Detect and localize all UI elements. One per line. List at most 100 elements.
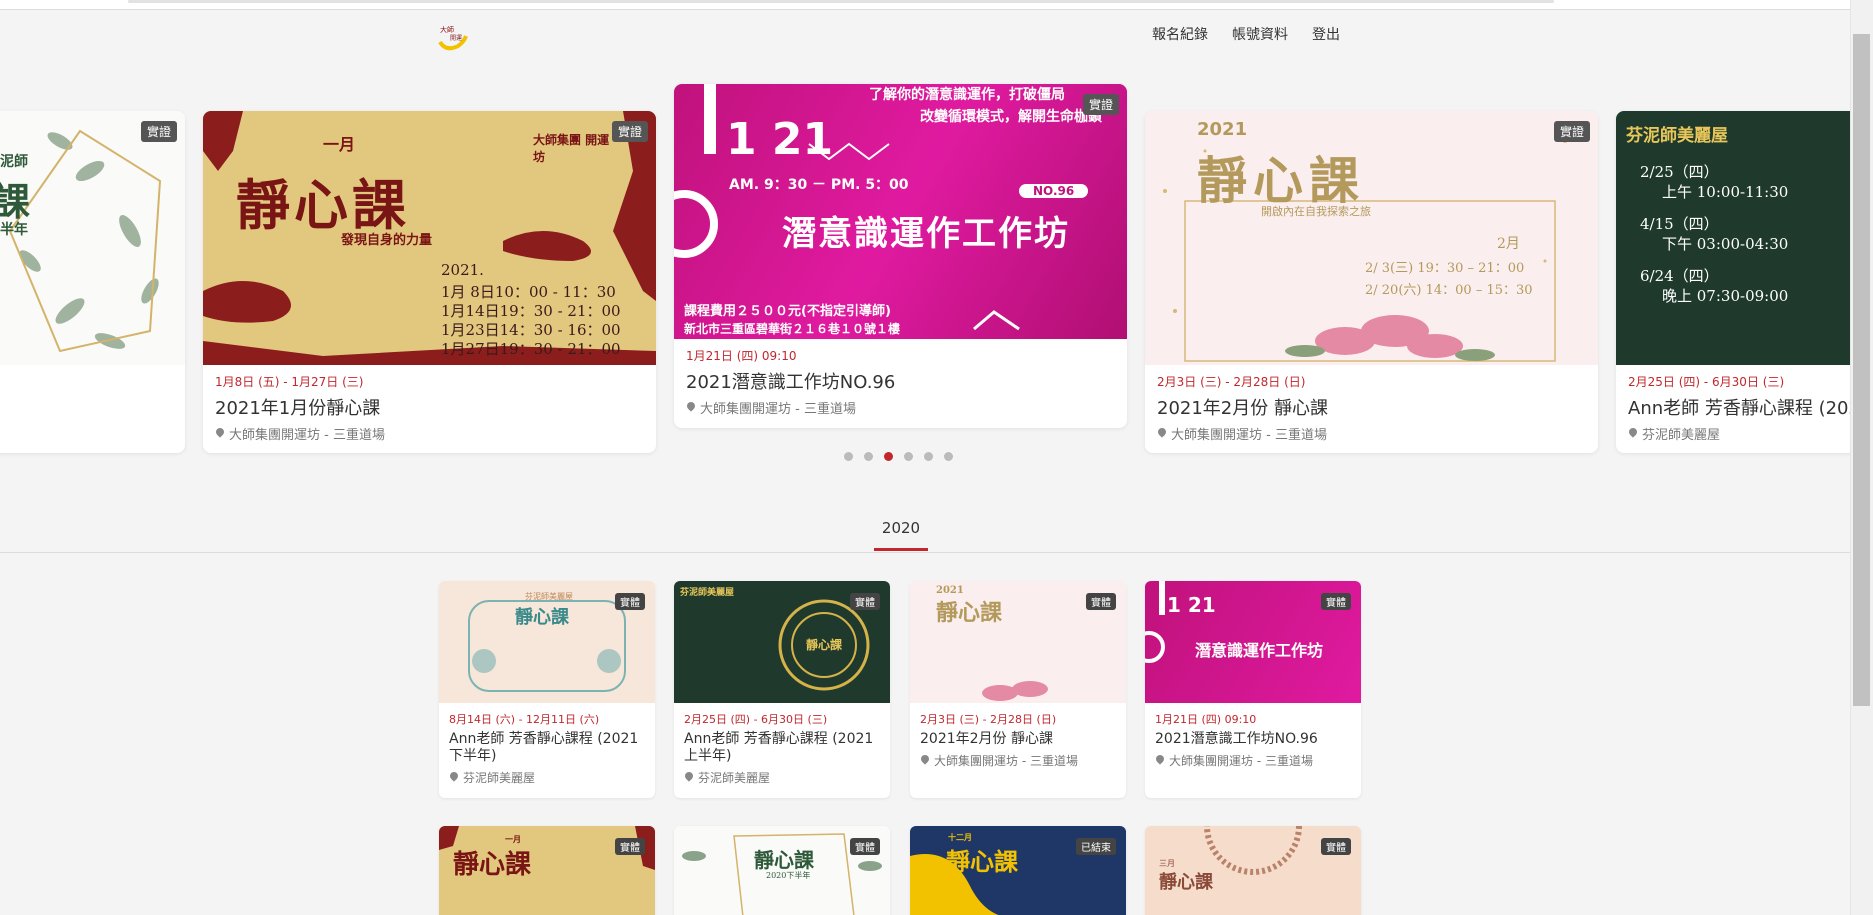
event-date: 1月8日 (五) - 1月27日 (三) bbox=[215, 375, 364, 389]
card-art-head: 2020下半年 bbox=[766, 871, 811, 880]
carousel-dots bbox=[844, 452, 953, 461]
location-text: 芬泥師美麗屋 bbox=[698, 771, 771, 785]
nav-registration-records[interactable]: 報名紀錄 bbox=[1152, 24, 1208, 44]
carousel-dot[interactable] bbox=[924, 452, 933, 461]
status-badge: 實證 bbox=[1553, 121, 1590, 142]
event-date: 1月21日 (四) 09:10 bbox=[1155, 713, 1257, 726]
address-bar-remnant bbox=[128, 0, 1554, 3]
event-title[interactable]: Ann老師 芳香靜心課程 (2021上半年) bbox=[1628, 394, 1850, 420]
card-art-month: 一月 bbox=[323, 135, 356, 154]
carousel-card[interactable]: 2021 靜心課 開啟內在自我探索之旅 2月 2/ 3(三) 19：30 – 2… bbox=[1145, 111, 1598, 453]
year-tab-active[interactable]: 2020 bbox=[874, 519, 928, 537]
status-badge: 實體 bbox=[615, 593, 645, 610]
card-image: 1 21 了解你的潛意識運作，打破僵局 改變循環模式，解開生命枷鎖 AM. 9：… bbox=[674, 84, 1127, 339]
carousel-card-active[interactable]: 1 21 了解你的潛意識運作，打破僵局 改變循環模式，解開生命枷鎖 AM. 9：… bbox=[674, 84, 1127, 428]
card-art-title: 靜心課 bbox=[936, 600, 1003, 626]
location-text: 大師集團開運坊 - 三重道場 bbox=[934, 754, 1078, 768]
card-art-year: 2021 bbox=[1197, 119, 1248, 140]
event-card[interactable]: 十二月 靜心課 已結束 bbox=[910, 826, 1126, 915]
carousel-card[interactable]: 芬泥師美麗屋 2/25（四） 上午 10:00-11:30 4/15（四） 下午… bbox=[1616, 111, 1850, 453]
card-image: 泥師 課 半年 實證 bbox=[0, 111, 185, 365]
card-art-title: 靜心課 bbox=[1159, 872, 1213, 893]
event-card[interactable]: 2021 靜心課 實體 2月3日 (三) - 2月28日 (日) 2021年2月… bbox=[910, 581, 1126, 798]
card-image: 2021 靜心課 實體 bbox=[910, 581, 1126, 703]
event-card[interactable]: 1 21 潛意識運作工作坊 實體 1月21日 (四) 09:10 2021潛意識… bbox=[1145, 581, 1361, 798]
location-pin-icon bbox=[1155, 755, 1165, 767]
card-art-head: 芬泥師美麗屋 bbox=[525, 592, 573, 601]
event-location: 大師集團開運坊 - 三重道場 bbox=[920, 752, 1116, 769]
card-image: 芬泥師美麗屋 靜心課 實體 bbox=[439, 581, 655, 703]
event-card[interactable]: 芬泥師美麗屋 靜心課 實體 8月14日 (六) - 12月11日 (六) Ann… bbox=[439, 581, 655, 798]
card-art-time: 2/ 3(三) 19：30 – 21：00 bbox=[1365, 261, 1525, 276]
svg-text:開運: 開運 bbox=[450, 35, 462, 42]
event-card[interactable]: 一月 靜心課 實體 bbox=[439, 826, 655, 915]
card-image: 2021 靜心課 開啟內在自我探索之旅 2月 2/ 3(三) 19：30 – 2… bbox=[1145, 111, 1598, 365]
card-body: 2月3日 (三) - 2月28日 (日) 2021年2月份 靜心課 大師集團開運… bbox=[1145, 365, 1598, 451]
event-title[interactable]: 2021年2月份 靜心課 bbox=[920, 731, 1116, 748]
card-art-time: 2/25（四） bbox=[1640, 163, 1719, 181]
status-badge: 實體 bbox=[850, 593, 880, 610]
location-text: 大師集團開運坊 - 三重道場 bbox=[229, 428, 385, 443]
site-logo[interactable]: 大師 開運 bbox=[436, 20, 470, 54]
location-pin-icon bbox=[1628, 428, 1638, 440]
year-tab-indicator bbox=[874, 548, 928, 551]
card-art-time: 1月14日19：30 - 21：00 bbox=[441, 302, 621, 320]
card-art-title: 潛意識運作工作坊 bbox=[1195, 641, 1324, 660]
nav-logout[interactable]: 登出 bbox=[1312, 24, 1340, 44]
card-art-title: 潛意識運作工作坊 bbox=[782, 214, 1070, 254]
card-art-head: 1 21 bbox=[1167, 593, 1216, 617]
card-body: 1月21日 (四) 09:10 2021潛意識工作坊NO.96 大師集團開運坊 … bbox=[674, 339, 1127, 425]
carousel-dot[interactable] bbox=[864, 452, 873, 461]
card-art-time: 1月27日19：30 - 21：00 bbox=[441, 340, 621, 358]
event-title[interactable]: 2021潛意識工作坊NO.96 bbox=[686, 368, 1115, 394]
featured-carousel[interactable]: 泥師 課 半年 實證 一月 靜心課 發現自身的力量 大師集團 開運坊 2021.… bbox=[0, 82, 1850, 482]
card-image: 三月 靜心課 實體 bbox=[1145, 826, 1361, 915]
event-title[interactable]: 2021潛意識工作坊NO.96 bbox=[1155, 731, 1351, 748]
card-art-time: 上午 10:00-11:30 bbox=[1662, 183, 1789, 201]
event-card[interactable]: 三月 靜心課 實體 bbox=[1145, 826, 1361, 915]
carousel-dot[interactable] bbox=[904, 452, 913, 461]
event-date: 8月14日 (六) - 12月11日 (六) bbox=[449, 713, 600, 726]
card-body: 2月25日 (四) - 6月30日 (三) Ann老師 芳香靜心課程 (2021… bbox=[674, 703, 890, 794]
card-art-title: 靜心課 bbox=[754, 848, 814, 872]
event-card[interactable]: 靜心課 2020下半年 實體 bbox=[674, 826, 890, 915]
event-date: 2月25日 (四) - 6月30日 (三) bbox=[1628, 375, 1785, 389]
location-text: 芬泥師美麗屋 bbox=[463, 771, 536, 785]
event-title[interactable]: Ann老師 芳香靜心課程 (2021上半年) bbox=[684, 731, 880, 765]
card-art-text: 半年 bbox=[0, 222, 28, 238]
location-text: 大師集團開運坊 - 三重道場 bbox=[1169, 754, 1313, 768]
card-body: 1月21日 (四) 09:10 2021潛意識工作坊NO.96 大師集團開運坊 … bbox=[1145, 703, 1361, 777]
location-text: 芬泥師美麗屋 bbox=[1642, 428, 1721, 443]
location-pin-icon bbox=[449, 772, 459, 784]
event-location: 大師集團開運坊 - 三重道場 bbox=[686, 398, 1115, 417]
card-art-time: 1月 8日10：00 - 11：30 bbox=[441, 283, 616, 301]
event-location: 大師集團開運坊 - 三重道場 bbox=[1157, 424, 1586, 443]
card-art-time: 6/24（四） bbox=[1640, 267, 1719, 285]
location-text: 大師集團開運坊 - 三重道場 bbox=[1171, 428, 1327, 443]
browser-top-bar bbox=[0, 0, 1850, 10]
card-art-fee: 課程費用２５００元(不指定引導師) bbox=[684, 304, 891, 319]
carousel-dot-active[interactable] bbox=[884, 452, 893, 461]
status-badge: 實體 bbox=[615, 838, 645, 855]
card-art-time: 2/ 20(六) 14：00 – 15：30 bbox=[1365, 283, 1533, 298]
status-badge: 實體 bbox=[1086, 593, 1116, 610]
event-title[interactable]: 2021年2月份 靜心課 bbox=[1157, 394, 1586, 420]
card-art-top: 改變循環模式，解開生命枷鎖 bbox=[920, 109, 1102, 125]
location-pin-icon bbox=[684, 772, 694, 784]
page-scrollbar[interactable] bbox=[1850, 0, 1873, 915]
card-image: 靜心課 2020下半年 實體 bbox=[674, 826, 890, 915]
scrollbar-thumb[interactable] bbox=[1853, 34, 1870, 706]
event-date: 2月3日 (三) - 2月28日 (日) bbox=[920, 713, 1057, 726]
carousel-dot[interactable] bbox=[944, 452, 953, 461]
nav-account-info[interactable]: 帳號資料 bbox=[1232, 24, 1288, 44]
carousel-dot[interactable] bbox=[844, 452, 853, 461]
card-art-title: 靜心課 bbox=[806, 638, 843, 652]
svg-text:大師: 大師 bbox=[440, 25, 454, 34]
event-title[interactable]: 2021年1月份靜心課 bbox=[215, 394, 644, 420]
carousel-card[interactable]: 泥師 課 半年 實證 bbox=[0, 111, 185, 453]
event-card[interactable]: 芬泥師美麗屋 靜心課 實體 2月25日 (四) - 6月30日 (三) Ann老… bbox=[674, 581, 890, 798]
location-pin-icon bbox=[920, 755, 930, 767]
card-image: 芬泥師美麗屋 2/25（四） 上午 10:00-11:30 4/15（四） 下午… bbox=[1616, 111, 1850, 365]
event-title[interactable]: Ann老師 芳香靜心課程 (2021下半年) bbox=[449, 731, 645, 765]
carousel-card[interactable]: 一月 靜心課 發現自身的力量 大師集團 開運坊 2021. 1月 8日10：00… bbox=[203, 111, 656, 453]
